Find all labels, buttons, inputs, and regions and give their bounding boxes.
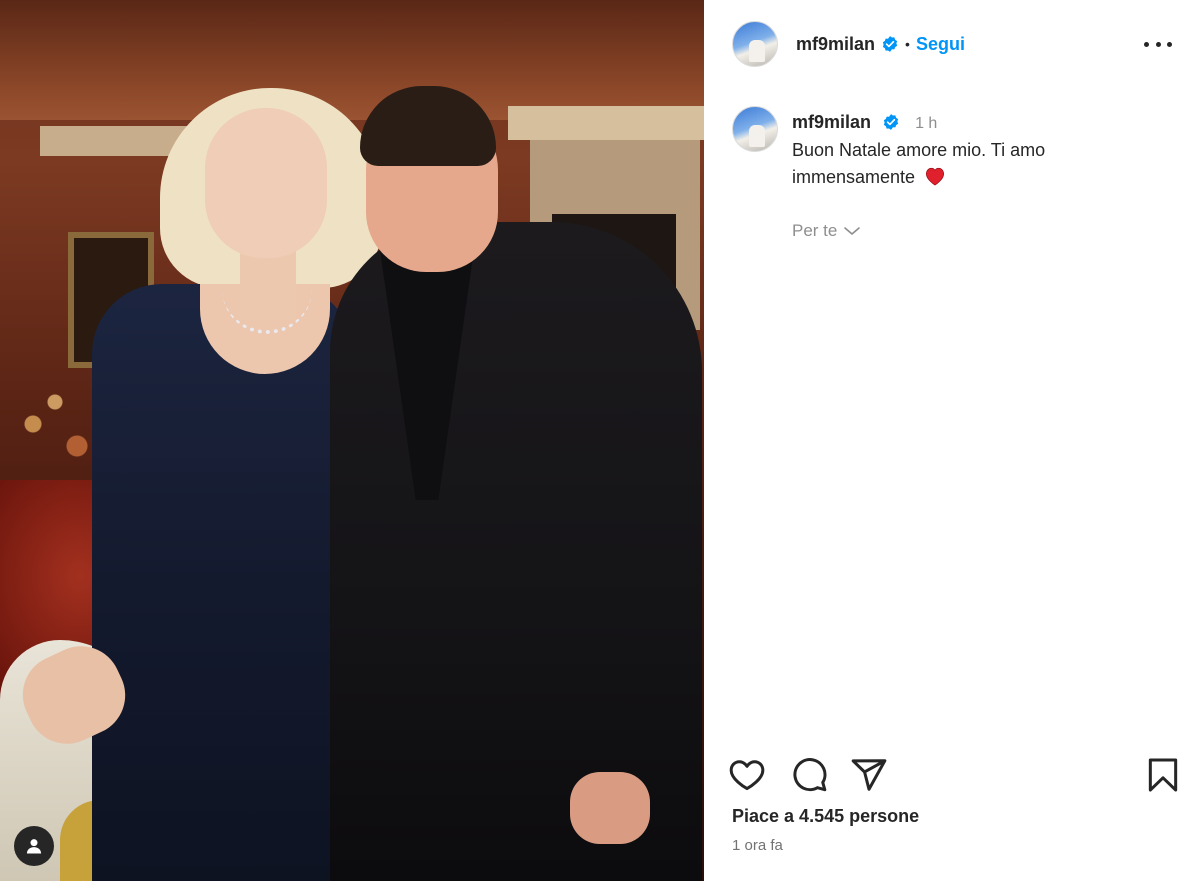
red-heart-emoji-icon [926,167,945,186]
author-avatar[interactable] [732,21,778,67]
comment-icon[interactable] [790,756,828,794]
caption-text-block: Buon Natale amore mio. Ti amo immensamen… [792,137,1092,191]
photo-man-hand [570,772,650,844]
post-side-panel: mf9milan • Segui mf9milan 1 h Buon Natal… [704,0,1200,881]
verified-badge-icon [882,36,898,52]
chevron-down-icon [844,227,861,235]
caption-username[interactable]: mf9milan [792,112,871,132]
photo-woman-dress [92,284,354,881]
post-photo[interactable] [0,0,704,881]
caption-body: mf9milan 1 h Buon Natale amore mio. Ti a… [792,106,1092,241]
header-separator: • [905,36,910,52]
author-username[interactable]: mf9milan [796,34,875,55]
photo-mantel-right [508,106,704,140]
likes-count[interactable]: Piace a 4.545 persone [732,806,919,827]
caption-text: Buon Natale amore mio. Ti amo immensamen… [792,140,1046,187]
photo-man-suit [330,222,702,881]
post-timestamp[interactable]: 1 ora fa [732,837,783,854]
caption-header: mf9milan 1 h [792,110,1092,136]
more-options-icon[interactable] [1144,32,1172,56]
follow-button[interactable]: Segui [916,34,965,55]
verified-badge-icon [883,114,899,130]
paper-plane-icon[interactable] [850,756,888,794]
instagram-post: mf9milan • Segui mf9milan 1 h Buon Natal… [0,0,1200,881]
caption-author-avatar[interactable] [732,106,778,152]
heart-icon[interactable] [728,756,766,794]
photo-ceiling [0,0,704,120]
bookmark-icon[interactable] [1144,756,1182,794]
action-bar [728,752,1178,796]
post-header: mf9milan • Segui [704,0,1200,88]
caption-comment: mf9milan 1 h Buon Natale amore mio. Ti a… [704,88,1200,241]
translation-toggle-label: Per te [792,221,838,240]
user-tag-icon [26,839,42,854]
photo-woman-face [205,108,327,258]
tagged-users-button[interactable] [14,826,54,866]
caption-time[interactable]: 1 h [915,115,937,132]
translation-toggle[interactable]: Per te [792,221,1092,241]
